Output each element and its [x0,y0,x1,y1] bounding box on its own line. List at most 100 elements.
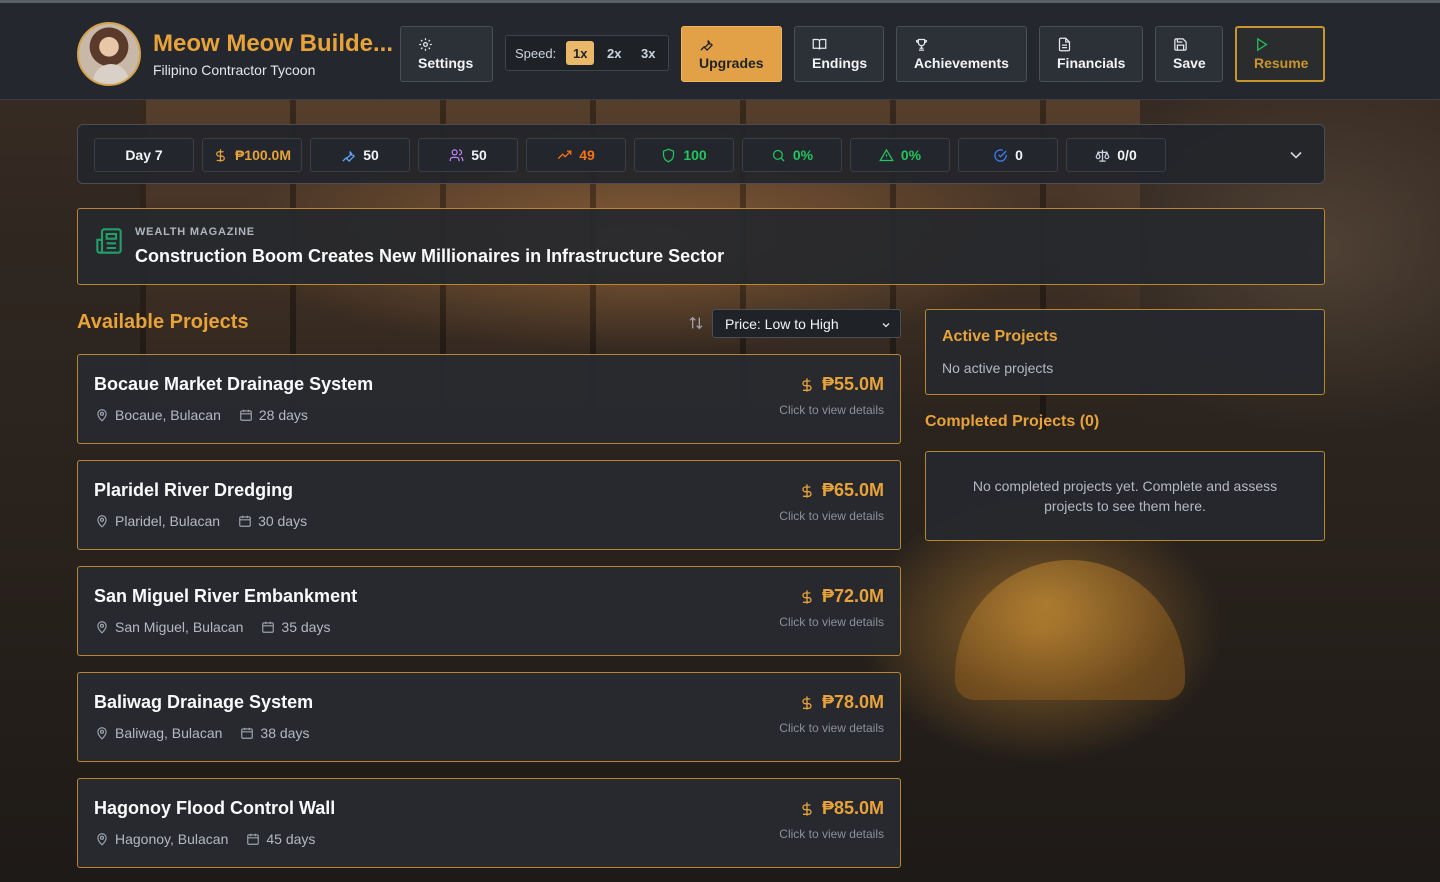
scale-icon [1095,149,1110,162]
map-pin-icon [97,409,107,422]
endings-button[interactable]: Endings [794,26,884,82]
project-duration: 28 days [258,407,308,423]
project-name: Hagonoy Flood Control Wall [94,798,336,818]
wrench-icon [700,39,713,52]
users-icon [449,148,464,161]
resume-label: Resume [1254,55,1309,71]
project-location: San Miguel, Bulacan [115,619,244,635]
upgrades-button[interactable]: Upgrades [681,26,782,82]
resume-button[interactable]: Resume [1235,26,1325,82]
stat-reputation-value: 49 [579,147,595,163]
speed-1x-button[interactable]: 1x [566,41,595,65]
stats-bar: Day 7 ₱100.0M 50 50 49 100 0% 0% 0 0/0 [77,124,1325,184]
project-meta: San Miguel, Bulacan 35 days [95,619,330,635]
game-subtitle: Filipino Contractor Tycoon [153,62,316,78]
speed-control: Speed: 1x 2x 3x [505,35,669,71]
project-price: ₱55.0M [799,374,884,395]
project-price-value: ₱65.0M [821,480,884,500]
shield-icon [663,148,675,162]
project-price-value: ₱55.0M [821,374,884,394]
save-button[interactable]: Save [1155,26,1223,82]
achievements-button[interactable]: Achievements [896,26,1027,82]
speed-2x-button[interactable]: 2x [600,41,628,65]
project-location: Plaridel, Bulacan [115,513,221,529]
gear-icon [419,38,432,51]
calendar-icon [239,515,251,527]
stat-skill-value: 50 [363,147,379,163]
project-name: San Miguel River Embankment [94,586,358,606]
project-name: Bocaue Market Drainage System [94,374,374,394]
trending-up-icon [558,150,572,159]
project-card[interactable]: Plaridel River Dredging Plaridel, Bulaca… [77,460,901,550]
project-location: Bocaue, Bulacan [115,407,221,423]
settings-button[interactable]: Settings [400,26,493,82]
active-projects-panel: Active Projects No active projects [925,309,1325,395]
achievements-label: Achievements [914,55,1009,71]
calendar-icon [241,727,254,739]
dollar-icon [802,589,812,604]
avatar [77,22,141,86]
project-duration: 38 days [260,725,310,741]
project-hint: Click to view details [779,403,884,417]
project-price-value: ₱78.0M [821,692,884,712]
stat-team-value: 50 [471,147,487,163]
stat-investigation-value: 0% [792,147,814,163]
dollar-icon [216,148,225,162]
project-location: Hagonoy, Bulacan [115,831,229,847]
chevron-down-icon [880,318,892,330]
project-meta: Baliwag, Bulacan 38 days [95,725,309,741]
calendar-icon [247,833,260,845]
project-duration: 45 days [266,831,316,847]
completed-projects-title: Completed Projects (0) [925,413,1100,430]
stat-day: Day 7 [94,138,194,172]
play-icon [1257,37,1268,52]
expand-stats-button[interactable] [1286,145,1306,165]
project-price: ₱85.0M [799,798,884,819]
search-icon [772,149,785,162]
project-location: Baliwag, Bulacan [115,725,223,741]
project-price: ₱65.0M [799,480,884,501]
stat-investigation: 0% [742,138,842,172]
project-card[interactable]: Bocaue Market Drainage System Bocaue, Bu… [77,354,901,444]
stat-cases-value: 0/0 [1117,147,1137,163]
project-duration: 35 days [281,619,331,635]
project-meta: Hagonoy, Bulacan 45 days [95,831,315,847]
sort-select[interactable]: Price: Low to High [712,309,901,338]
stat-integrity: 100 [634,138,734,172]
speed-3x-button[interactable]: 3x [634,41,662,65]
dollar-icon [802,483,812,498]
map-pin-icon [97,515,107,528]
project-name: Baliwag Drainage System [94,692,314,712]
available-projects-title: Available Projects [77,311,249,333]
save-icon [1174,38,1187,51]
project-name: Plaridel River Dredging [94,480,294,500]
project-hint: Click to view details [779,827,884,841]
map-pin-icon [97,727,107,740]
completed-projects-panel: No completed projects yet. Complete and … [925,451,1325,541]
speed-label: Speed: [515,45,557,61]
chevron-down-icon [1290,151,1302,159]
project-card[interactable]: San Miguel River Embankment San Miguel, … [77,566,901,656]
stat-completed-value: 0 [1015,147,1023,163]
document-icon [1058,37,1071,52]
check-circle-icon [994,148,1007,162]
project-meta: Bocaue, Bulacan 28 days [95,407,308,423]
project-card[interactable]: Hagonoy Flood Control Wall Hagonoy, Bula… [77,778,901,868]
book-open-icon [812,38,827,50]
project-duration: 30 days [258,513,308,529]
settings-label: Settings [418,55,474,71]
project-card[interactable]: Baliwag Drainage System Baliwag, Bulacan… [77,672,901,762]
stat-completed: 0 [958,138,1058,172]
financials-button[interactable]: Financials [1039,26,1143,82]
upgrades-label: Upgrades [699,55,764,71]
endings-label: Endings [812,55,868,71]
calendar-icon [240,409,252,421]
dollar-icon [802,377,812,392]
active-projects-empty: No active projects [942,360,1054,376]
project-price-value: ₱85.0M [821,798,884,818]
project-hint: Click to view details [779,509,884,523]
save-label: Save [1173,55,1206,71]
news-source: WEALTH MAGAZINE [135,226,255,238]
completed-projects-empty: No completed projects yet. Complete and … [972,478,1278,514]
top-bar: Meow Meow Builde... Filipino Contractor … [0,0,1440,100]
